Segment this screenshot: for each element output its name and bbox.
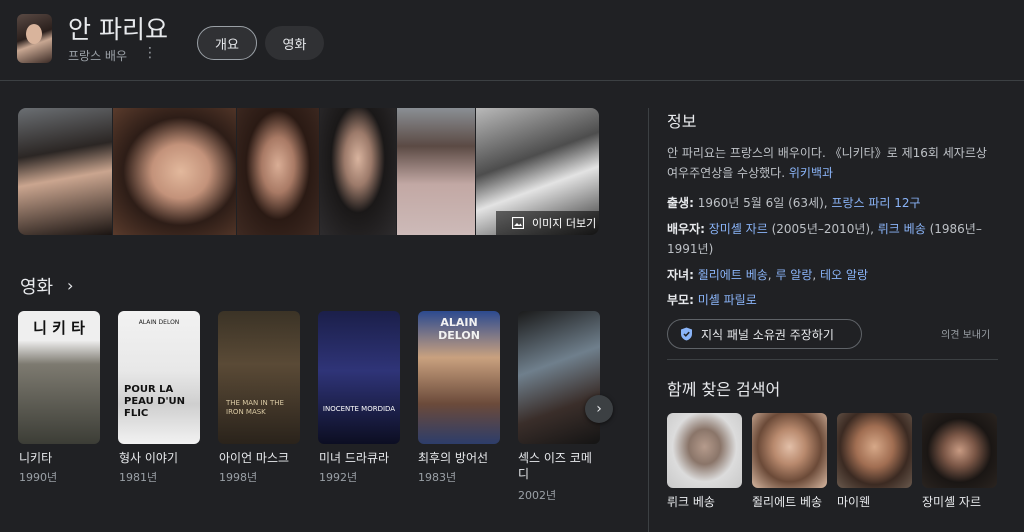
column-divider <box>648 108 649 532</box>
entity-description: 안 파리요는 프랑스의 배우이다. 《니키타》로 제16회 세자르상 여우주연상… <box>667 143 997 183</box>
scroll-right-button[interactable]: › <box>585 395 613 423</box>
chevron-right-icon: › <box>596 401 602 417</box>
movie-poster[interactable]: ALAIN DELON <box>418 311 500 444</box>
knowledge-panel-header: 안 파리요 프랑스 배우 ⋮ 개요 영화 <box>0 0 1024 81</box>
poster-text: INOCENTE MORDIDA <box>322 405 396 413</box>
related-name[interactable]: 뤼크 베송 <box>667 494 742 511</box>
entity-title: 안 파리요 <box>68 15 168 44</box>
verified-shield-icon <box>681 327 692 341</box>
fact-label: 출생: <box>667 196 694 210</box>
avatar[interactable] <box>17 14 52 63</box>
movie-year: 2002년 <box>518 489 557 502</box>
gallery-image[interactable] <box>397 108 475 235</box>
child-link[interactable]: 루 알랑 <box>775 268 812 282</box>
child-link[interactable]: 테오 알랑 <box>820 268 868 282</box>
gallery-image[interactable] <box>320 108 396 235</box>
wikipedia-link[interactable]: 위키백과 <box>789 166 833 180</box>
related-image[interactable] <box>752 413 827 488</box>
related-image[interactable] <box>837 413 912 488</box>
claim-panel-button[interactable]: 지식 패널 소유권 주장하기 <box>667 319 862 349</box>
movie-title[interactable]: 아이언 마스크 <box>219 450 289 466</box>
poster-text: 니 키 타 <box>33 319 85 337</box>
related-name[interactable]: 마이웬 <box>837 494 912 511</box>
entity-subtitle: 프랑스 배우 <box>68 49 128 63</box>
section-divider <box>667 359 998 360</box>
more-options-icon[interactable]: ⋮ <box>143 45 157 61</box>
chevron-right-icon[interactable]: › <box>67 276 73 295</box>
parent-link[interactable]: 미셸 파릴로 <box>698 293 757 307</box>
movie-year: 1992년 <box>319 471 358 484</box>
related-searches-title: 함께 찾은 검색어 <box>667 380 781 399</box>
birthplace-link[interactable]: 프랑스 파리 12구 <box>831 196 920 210</box>
movie-poster[interactable]: THE MAN IN THE IRON MASK <box>218 311 300 444</box>
info-title: 정보 <box>667 112 697 131</box>
gallery-image[interactable] <box>18 108 112 235</box>
movie-poster[interactable]: 니 키 타 <box>18 311 100 444</box>
poster-text: ALAIN DELON <box>438 316 480 342</box>
related-name[interactable]: 쥘리에트 베송 <box>752 494 827 511</box>
poster-text: POUR LA PEAU D'UN FLIC <box>124 384 186 419</box>
movie-year: 1990년 <box>19 471 58 484</box>
fact-label: 배우자: <box>667 222 705 236</box>
movies-section-title[interactable]: 영화 <box>20 273 53 299</box>
feedback-link[interactable]: 의견 보내기 <box>941 326 990 341</box>
movie-poster[interactable]: INOCENTE MORDIDA <box>318 311 400 444</box>
movie-title[interactable]: 니키타 <box>19 450 52 466</box>
fact-spouse: 배우자: 장미셸 자르 (2005년–2010년), 뤼크 베송 (1986년–… <box>667 219 1002 259</box>
claim-label: 지식 패널 소유권 주장하기 <box>701 327 834 342</box>
movie-year: 1981년 <box>119 471 158 484</box>
movie-title[interactable]: 최후의 방어선 <box>418 450 488 466</box>
fact-value: (2005년–2010년), <box>771 222 874 236</box>
fact-label: 부모: <box>667 293 694 307</box>
related-name[interactable]: 장미셸 자르 <box>922 494 997 511</box>
movie-title[interactable]: 섹스 이즈 코메디 <box>518 450 602 482</box>
fact-value: 1960년 5월 6일 (63세), <box>697 196 828 210</box>
more-images-label: 이미지 더보기 <box>532 217 597 230</box>
movie-year: 1983년 <box>418 471 457 484</box>
movie-poster[interactable]: ALAIN DELON POUR LA PEAU D'UN FLIC <box>118 311 200 444</box>
poster-text: THE MAN IN THE IRON MASK <box>226 399 284 416</box>
movie-year: 1998년 <box>219 471 258 484</box>
movie-title[interactable]: 미녀 드라큐라 <box>319 450 389 466</box>
movie-title[interactable]: 형사 이야기 <box>119 450 178 466</box>
fact-children: 자녀: 쥘리에트 베송, 루 알랑, 테오 알랑 <box>667 268 869 282</box>
image-icon <box>512 217 524 229</box>
gallery-image[interactable] <box>237 108 319 235</box>
tab-movies[interactable]: 영화 <box>265 26 324 60</box>
related-image[interactable] <box>922 413 997 488</box>
more-images-button[interactable]: 이미지 더보기 <box>496 211 599 235</box>
poster-top-text: ALAIN DELON <box>138 319 180 326</box>
fact-label: 자녀: <box>667 268 694 282</box>
spouse-link[interactable]: 뤼크 베송 <box>878 222 926 236</box>
spouse-link[interactable]: 장미셸 자르 <box>709 222 768 236</box>
image-gallery: 이미지 더보기 <box>18 108 599 235</box>
related-image[interactable] <box>667 413 742 488</box>
fact-parents: 부모: 미셸 파릴로 <box>667 290 1002 310</box>
fact-born: 출생: 1960년 5월 6일 (63세), 프랑스 파리 12구 <box>667 193 1002 213</box>
movie-poster[interactable] <box>518 311 600 444</box>
child-link[interactable]: 쥘리에트 베송 <box>698 268 768 282</box>
tab-overview[interactable]: 개요 <box>197 26 257 60</box>
gallery-image[interactable] <box>113 108 236 235</box>
